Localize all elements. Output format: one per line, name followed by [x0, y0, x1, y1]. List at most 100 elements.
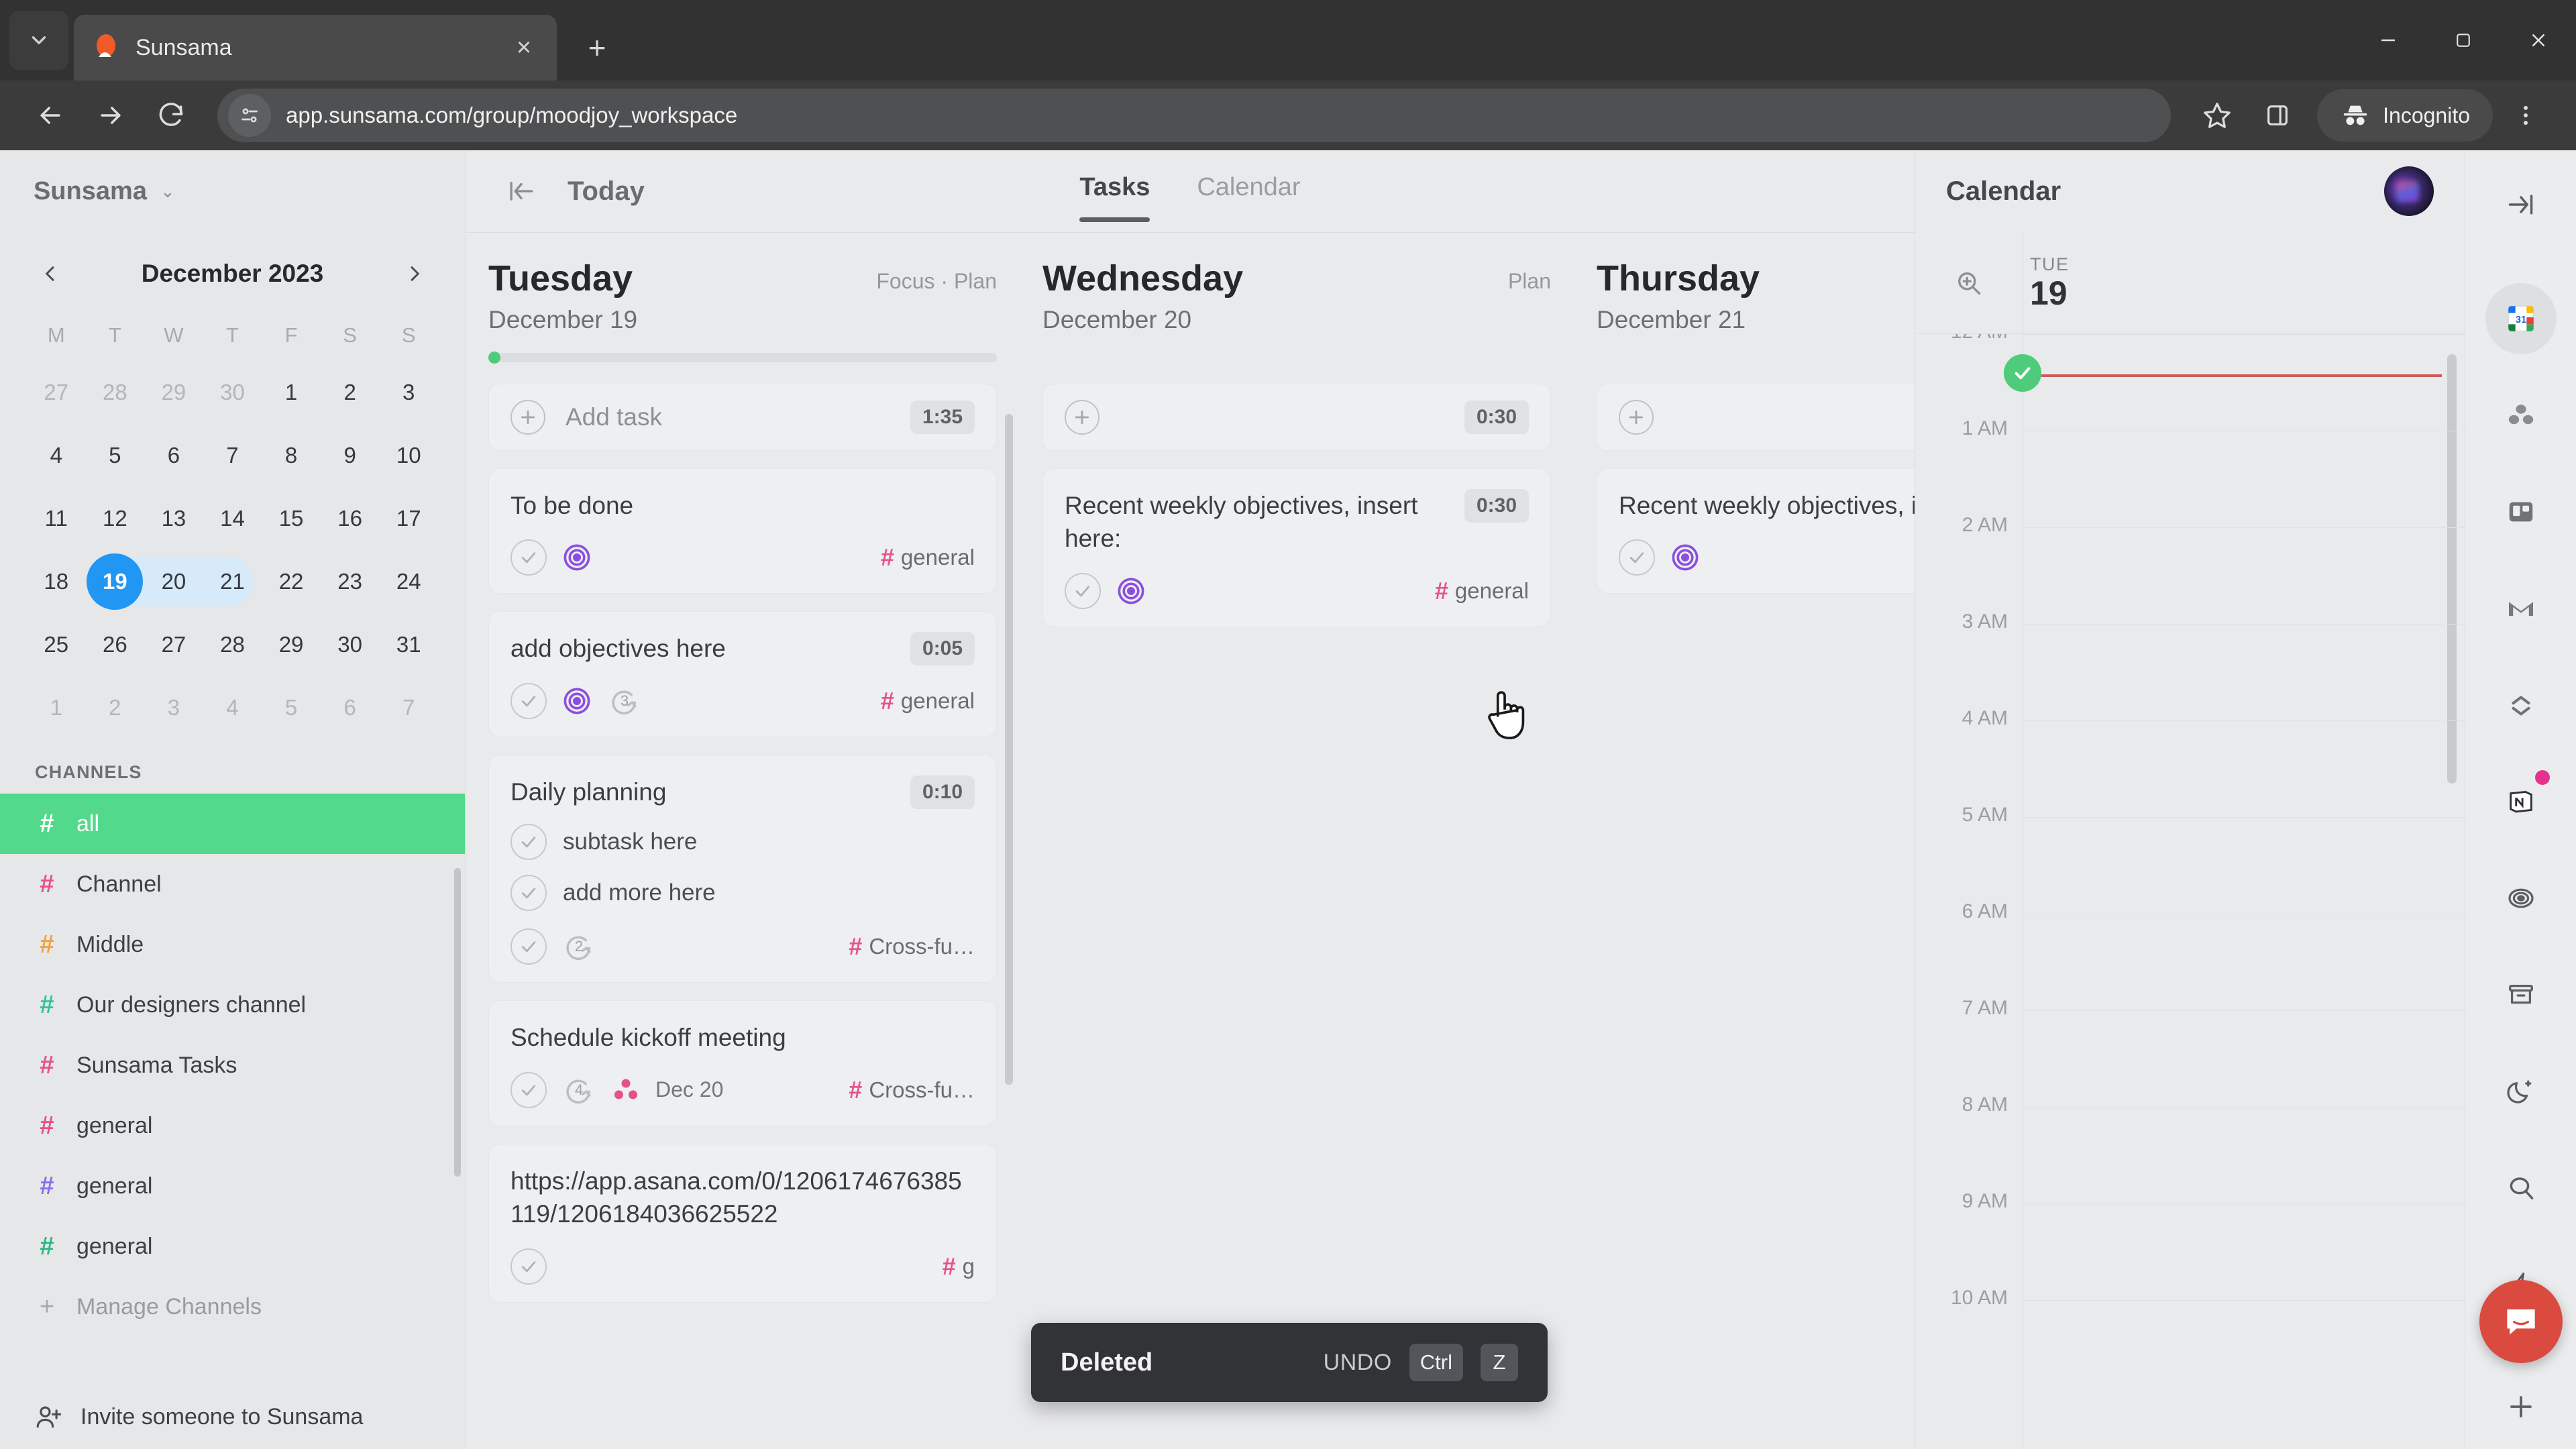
task-card[interactable]: add objectives here 0:05 3 # general [488, 611, 997, 738]
mini-calendar-cell[interactable]: 26 [86, 614, 145, 675]
subtask-row[interactable]: add more here [511, 875, 975, 912]
sidebar-channel-all[interactable]: # all [0, 794, 465, 854]
subtask-checkbox[interactable] [511, 824, 547, 861]
mini-calendar-cell[interactable]: 18 [27, 551, 86, 612]
prev-month-button[interactable] [27, 250, 74, 297]
calendar-grid[interactable] [2023, 334, 2465, 1449]
tab-close-button[interactable]: × [508, 35, 539, 60]
mini-calendar-cell[interactable]: 1 [262, 362, 321, 423]
task-card[interactable]: Daily planning 0:10 subtask here add more h… [488, 755, 997, 983]
task-channel-tag[interactable]: # Cross-fu… [849, 932, 975, 961]
sidebar-scrollbar[interactable] [454, 868, 461, 1177]
objective-icon[interactable] [1116, 576, 1146, 606]
subtask-row[interactable]: subtask here [511, 824, 975, 861]
mini-calendar-cell[interactable]: 4 [27, 425, 86, 486]
mini-calendar-cell[interactable]: 7 [203, 425, 262, 486]
mini-calendar-cell[interactable]: 13 [144, 488, 203, 549]
site-settings-icon[interactable] [228, 94, 271, 137]
mini-calendar-cell[interactable]: 29 [262, 614, 321, 675]
invite-button[interactable]: Invite someone to Sunsama [0, 1385, 465, 1449]
subtask-checkbox[interactable] [511, 875, 547, 912]
mini-calendar-cell[interactable]: 5 [262, 678, 321, 738]
mini-calendar-cell[interactable]: 22 [262, 551, 321, 612]
mini-calendar-cell[interactable]: 16 [321, 488, 380, 549]
task-channel-tag[interactable]: # general [1435, 577, 1529, 605]
collapse-calendar-button[interactable] [2485, 169, 2557, 240]
task-channel-tag[interactable]: # general [881, 687, 975, 715]
objective-icon[interactable] [1670, 542, 1701, 573]
new-tab-button[interactable]: + [577, 30, 617, 66]
mini-calendar-cell[interactable]: 9 [321, 425, 380, 486]
calendar-zoom-button[interactable] [1915, 232, 2023, 333]
intercom-chat-button[interactable] [2479, 1280, 2563, 1363]
next-month-button[interactable] [391, 250, 438, 297]
mini-calendar-cell[interactable]: 11 [27, 488, 86, 549]
forward-button[interactable] [83, 88, 138, 143]
mini-calendar-cell[interactable]: 21 [203, 551, 262, 612]
side-panel-button[interactable] [2250, 88, 2305, 143]
mini-calendar-cell[interactable]: 2 [86, 678, 145, 738]
add-task-button[interactable]: 0:30 [1042, 383, 1551, 451]
mini-calendar-cell[interactable]: 8 [262, 425, 321, 486]
mini-calendar-cell[interactable]: 23 [321, 551, 380, 612]
mini-calendar-cell[interactable]: 5 [86, 425, 145, 486]
tab-search-button[interactable] [9, 11, 68, 70]
mini-calendar-cell[interactable]: 6 [321, 678, 380, 738]
task-channel-tag[interactable]: # general [881, 543, 975, 572]
sidebar-channel-middle[interactable]: # Middle [0, 914, 465, 975]
sidebar-channel-general[interactable]: # general [0, 1216, 465, 1277]
browser-tab[interactable]: Sunsama × [74, 15, 557, 80]
browser-menu-button[interactable] [2498, 88, 2553, 143]
task-card[interactable]: Recent weekly objectives, insert here: [1597, 468, 1915, 594]
add-task-button[interactable]: Add task 1:35 [488, 383, 997, 451]
collapse-sidebar-button[interactable] [498, 168, 545, 215]
mini-calendar-cell[interactable]: 17 [379, 488, 438, 549]
mini-calendar-cell[interactable]: 29 [144, 362, 203, 423]
mini-calendar-cell[interactable]: 7 [379, 678, 438, 738]
reload-button[interactable] [144, 88, 199, 143]
sidebar-channel-sunsama-tasks[interactable]: # Sunsama Tasks [0, 1035, 465, 1095]
mini-calendar-cell[interactable]: 31 [379, 614, 438, 675]
column-meta[interactable]: Focus · Plan [876, 260, 997, 294]
mini-calendar-cell[interactable]: 30 [203, 362, 262, 423]
mini-calendar-cell[interactable]: 30 [321, 614, 380, 675]
rail-item-gmail[interactable] [2485, 573, 2557, 644]
tab-calendar[interactable]: Calendar [1197, 173, 1300, 210]
task-channel-tag[interactable]: # Cross-fu… [849, 1076, 975, 1104]
column-meta[interactable]: Plan [1508, 260, 1551, 294]
column-scrollbar[interactable] [1005, 414, 1013, 1085]
profile-button[interactable]: Incognito [2317, 89, 2493, 142]
mini-calendar-cell[interactable]: 14 [203, 488, 262, 549]
back-button[interactable] [23, 88, 78, 143]
task-card[interactable]: To be done # general [488, 468, 997, 594]
mini-calendar-cell[interactable]: 2 [321, 362, 380, 423]
task-checkbox[interactable] [511, 683, 547, 720]
sidebar-channel-channel[interactable]: # Channel [0, 854, 465, 914]
sidebar-channel-general[interactable]: # general [0, 1156, 465, 1216]
bookmark-button[interactable] [2190, 88, 2245, 143]
task-checkbox[interactable] [511, 539, 547, 576]
mini-calendar-cell[interactable]: 10 [379, 425, 438, 486]
mini-calendar-cell[interactable]: 25 [27, 614, 86, 675]
undo-button[interactable]: UNDO [1324, 1350, 1392, 1376]
avatar[interactable] [2384, 166, 2434, 216]
window-minimize-button[interactable] [2351, 0, 2426, 80]
task-checkbox[interactable] [511, 1248, 547, 1285]
rail-item-objectives[interactable] [2485, 863, 2557, 934]
rail-add-button[interactable] [2505, 1391, 2537, 1426]
mini-calendar-cell[interactable]: 15 [262, 488, 321, 549]
task-checkbox[interactable] [511, 928, 547, 965]
manage-channels-button[interactable]: + Manage Channels [0, 1277, 465, 1337]
mini-calendar-cell[interactable]: 28 [203, 614, 262, 675]
objective-icon[interactable] [561, 542, 592, 573]
tab-tasks[interactable]: Tasks [1079, 173, 1150, 222]
rail-item-notion[interactable] [2485, 766, 2557, 837]
rail-item-focus-mode[interactable] [2485, 1056, 2557, 1127]
window-close-button[interactable] [2501, 0, 2576, 80]
task-channel-tag[interactable]: # g [943, 1252, 975, 1281]
sidebar-channel-general[interactable]: # general [0, 1095, 465, 1156]
task-card[interactable]: https://app.asana.com/0/1206174676385119… [488, 1143, 997, 1303]
calendar-scrollbar[interactable] [2447, 354, 2457, 784]
mini-calendar-cell[interactable]: 19 [86, 551, 145, 612]
workspace-switcher[interactable]: Sunsama ⌄ [0, 150, 465, 232]
